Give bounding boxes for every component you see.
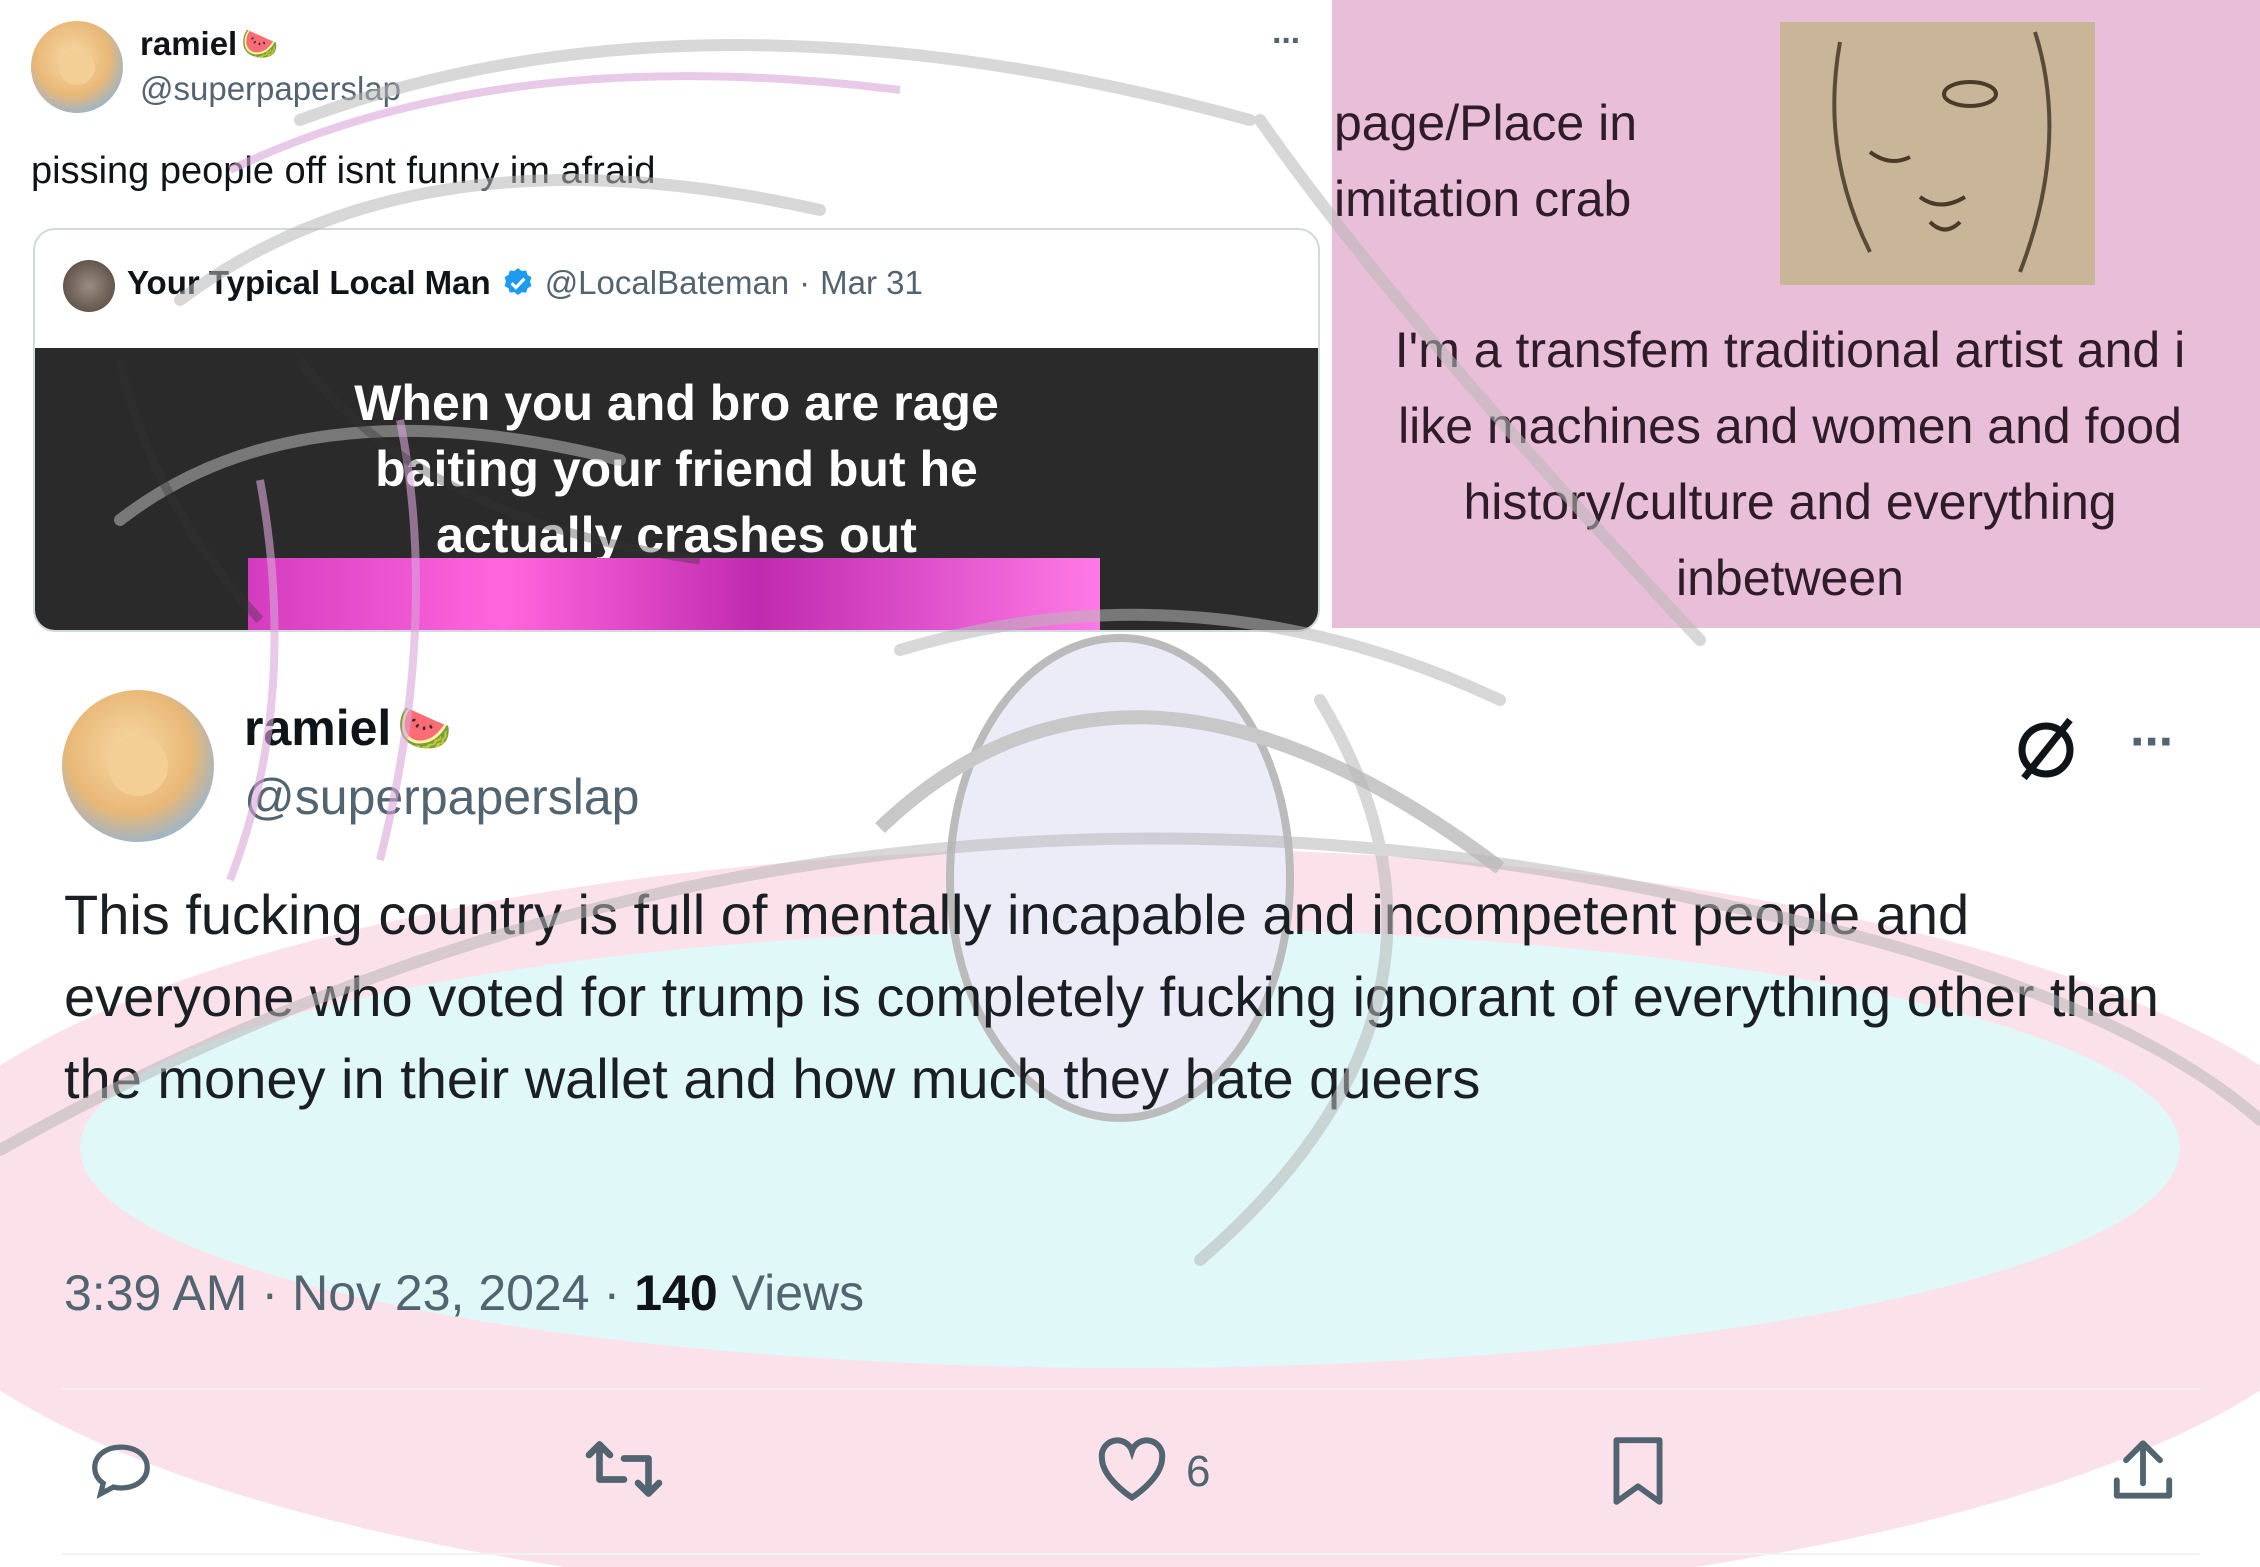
portrait-drawing xyxy=(1780,22,2095,285)
quote-tweet-card[interactable]: Your Typical Local Man @LocalBateman · M… xyxy=(33,228,1320,632)
share-button[interactable] xyxy=(2106,1434,2180,1513)
more-options-button[interactable]: ··· xyxy=(2130,712,2176,772)
like-count: 6 xyxy=(1186,1446,1211,1496)
tweet-time[interactable]: 3:39 AM xyxy=(64,1264,247,1322)
views-label: Views xyxy=(731,1265,865,1321)
watermelon-emoji-icon: 🍉 xyxy=(241,27,279,61)
bio-line-crab: imitation crab xyxy=(1334,171,1632,227)
avatar[interactable] xyxy=(31,21,123,113)
handle[interactable]: @superpaperslap xyxy=(244,768,639,826)
heart-icon xyxy=(1094,1434,1170,1509)
views-count: 140 xyxy=(634,1265,718,1321)
avatar[interactable] xyxy=(62,690,214,842)
bookmark-button[interactable] xyxy=(1606,1434,1670,1513)
share-icon xyxy=(2106,1434,2180,1513)
more-options-button[interactable]: ··· xyxy=(1272,22,1302,61)
quote-avatar xyxy=(63,260,115,312)
main-tweet: ramiel 🍉 @superpaperslap ··· This fuckin… xyxy=(0,628,2260,1567)
divider xyxy=(62,1553,2200,1555)
retweet-icon xyxy=(582,1434,666,1509)
tweet-date[interactable]: Nov 23, 2024 xyxy=(292,1264,589,1322)
divider xyxy=(62,1388,2200,1390)
top-tweet: ramiel 🍉 @superpaperslap ··· pissing peo… xyxy=(0,0,1332,632)
handle[interactable]: @superpaperslap xyxy=(140,70,401,108)
quote-handle: @LocalBateman xyxy=(544,264,790,301)
bio-text: I'm a transfem traditional artist and i … xyxy=(1394,322,2186,606)
quote-display-name: Your Typical Local Man xyxy=(127,264,491,301)
reply-button[interactable] xyxy=(84,1434,158,1509)
display-name[interactable]: ramiel xyxy=(140,25,237,63)
quote-date: Mar 31 xyxy=(820,264,923,301)
verified-badge-icon xyxy=(501,266,535,300)
quote-media[interactable]: When you and bro are rage baiting your f… xyxy=(35,348,1318,630)
tweet-text: This fucking country is full of mentally… xyxy=(64,883,2159,1110)
tweet-text: pissing people off isnt funny im afraid xyxy=(31,150,656,192)
grok-slash-icon[interactable] xyxy=(2012,712,2084,784)
bio-line-page: page/Place in xyxy=(1334,95,1638,151)
display-name[interactable]: ramiel xyxy=(244,699,391,757)
media-video-frame xyxy=(248,558,1100,630)
separator-dot: · xyxy=(261,1265,279,1321)
separator-dot: · xyxy=(603,1265,621,1321)
retweet-button[interactable] xyxy=(582,1434,666,1509)
reply-icon xyxy=(84,1434,158,1509)
bookmark-icon xyxy=(1606,1434,1670,1513)
like-button[interactable]: 6 xyxy=(1094,1434,1210,1509)
watermelon-emoji-icon: 🍉 xyxy=(397,704,453,753)
quote-separator: · xyxy=(799,264,811,301)
media-caption: When you and bro are rage baiting your f… xyxy=(354,375,999,563)
